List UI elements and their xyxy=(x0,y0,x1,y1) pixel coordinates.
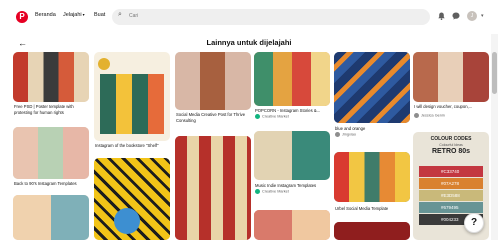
pin-image xyxy=(254,131,330,180)
pin-card[interactable] xyxy=(334,152,410,202)
nav-explore[interactable]: Jelajahi▾ xyxy=(63,12,85,18)
pin-caption[interactable]: Free PSD | Poster template with protesti… xyxy=(14,104,92,115)
pin-card[interactable] xyxy=(13,52,89,102)
help-button[interactable]: ? xyxy=(464,213,484,233)
pin-image xyxy=(254,52,330,106)
avatar[interactable]: J xyxy=(467,11,477,21)
pin-source[interactable]: Jessica Genin xyxy=(414,113,445,119)
nav-home[interactable]: Beranda xyxy=(35,12,56,18)
nav-explore-label: Jelajahi xyxy=(63,12,82,18)
verified-icon xyxy=(255,114,260,119)
pin-image xyxy=(413,52,489,102)
swatch-3: #E3D588 xyxy=(419,190,483,201)
swatch-code: #C33740 xyxy=(441,169,460,174)
color-codes-heading: RETRO 80s xyxy=(431,148,471,155)
pin-caption[interactable]: Social Media Creative Post for Thrive Co… xyxy=(176,112,254,123)
pin-image xyxy=(175,52,251,110)
swatch-4: #679495 xyxy=(419,202,483,213)
pin-caption[interactable]: POPCORN - Instagram Stories &... xyxy=(255,108,333,114)
chevron-down-icon[interactable]: ▾ xyxy=(481,12,484,20)
pin-card[interactable] xyxy=(94,158,170,240)
pin-card[interactable] xyxy=(254,131,330,180)
chevron-down-icon: ▾ xyxy=(82,12,85,17)
pin-card[interactable] xyxy=(413,52,489,102)
nav-create-label: Buat xyxy=(94,12,106,18)
pin-image xyxy=(100,74,164,134)
messages-icon[interactable] xyxy=(452,12,460,23)
pin-image xyxy=(175,136,251,240)
pin-caption[interactable]: blue and orange xyxy=(335,126,413,132)
search-icon: ⌕ xyxy=(118,11,122,18)
pin-source-label: Jessica Genin xyxy=(421,113,445,118)
pin-card[interactable] xyxy=(334,222,410,240)
pin-card[interactable] xyxy=(175,136,251,240)
pin-card[interactable] xyxy=(13,127,89,179)
pin-image xyxy=(114,208,140,234)
nav-home-label: Beranda xyxy=(35,12,56,18)
pin-image xyxy=(334,222,410,240)
pin-image xyxy=(334,152,410,202)
top-bar: P Beranda Jelajahi▾ Buat ⌕ Cari J ▾ xyxy=(0,0,498,34)
pin-source[interactable]: Creative Market xyxy=(255,114,289,120)
swatch-1: #C33740 xyxy=(419,166,483,177)
swatch-code: #679495 xyxy=(441,205,459,210)
pin-source-label: Creative Market xyxy=(262,189,289,194)
bell-icon[interactable] xyxy=(438,12,445,23)
pin-card[interactable] xyxy=(254,210,330,240)
page-title: Lainnya untuk dijelajahi xyxy=(206,38,292,47)
pin-card[interactable] xyxy=(334,52,410,123)
pin-image xyxy=(254,210,330,240)
pin-source-label: Jingxiao xyxy=(342,132,356,137)
pinterest-logo[interactable]: P xyxy=(16,11,28,23)
pin-image xyxy=(334,52,410,123)
pin-image xyxy=(13,127,89,179)
scrollbar[interactable] xyxy=(491,34,498,240)
pin-caption[interactable]: Instagram of the bookstore "Shelf" xyxy=(95,143,173,149)
swatch-code: #004233 xyxy=(441,217,459,222)
pin-image xyxy=(13,195,89,240)
swatch-code: #07A278 xyxy=(441,181,460,186)
pin-image xyxy=(13,52,89,102)
swatch-2: #07A278 xyxy=(419,178,483,189)
search-input[interactable]: ⌕ Cari xyxy=(112,9,430,25)
pin-source[interactable]: Jingxiao xyxy=(335,132,356,138)
pin-card[interactable] xyxy=(254,52,330,106)
verified-icon xyxy=(255,189,260,194)
swatch-code: #E3D588 xyxy=(441,193,460,198)
color-codes-title: COLOUR CODES xyxy=(430,136,472,142)
pin-source[interactable]: Creative Market xyxy=(255,189,289,195)
avatar xyxy=(335,132,340,137)
pin-caption[interactable]: Back to 90's Instagram Templates xyxy=(14,181,92,187)
pin-caption[interactable]: Urbel Social Media Template xyxy=(335,206,413,212)
pin-card[interactable] xyxy=(13,195,89,240)
pin-image xyxy=(98,58,110,70)
color-codes-subtitle: Colourful Ideas xyxy=(439,143,463,147)
pin-card[interactable] xyxy=(94,52,170,141)
nav-create[interactable]: Buat xyxy=(94,12,105,18)
pin-card[interactable] xyxy=(175,52,251,110)
pin-source-label: Creative Market xyxy=(262,114,289,119)
search-placeholder: Cari xyxy=(129,13,139,19)
pin-caption[interactable]: Music Indie Instagram Templates xyxy=(255,183,333,189)
avatar xyxy=(414,113,419,118)
pin-caption[interactable]: I will design voucher, coupon,... xyxy=(414,104,492,110)
scrollbar-thumb[interactable] xyxy=(492,52,497,94)
